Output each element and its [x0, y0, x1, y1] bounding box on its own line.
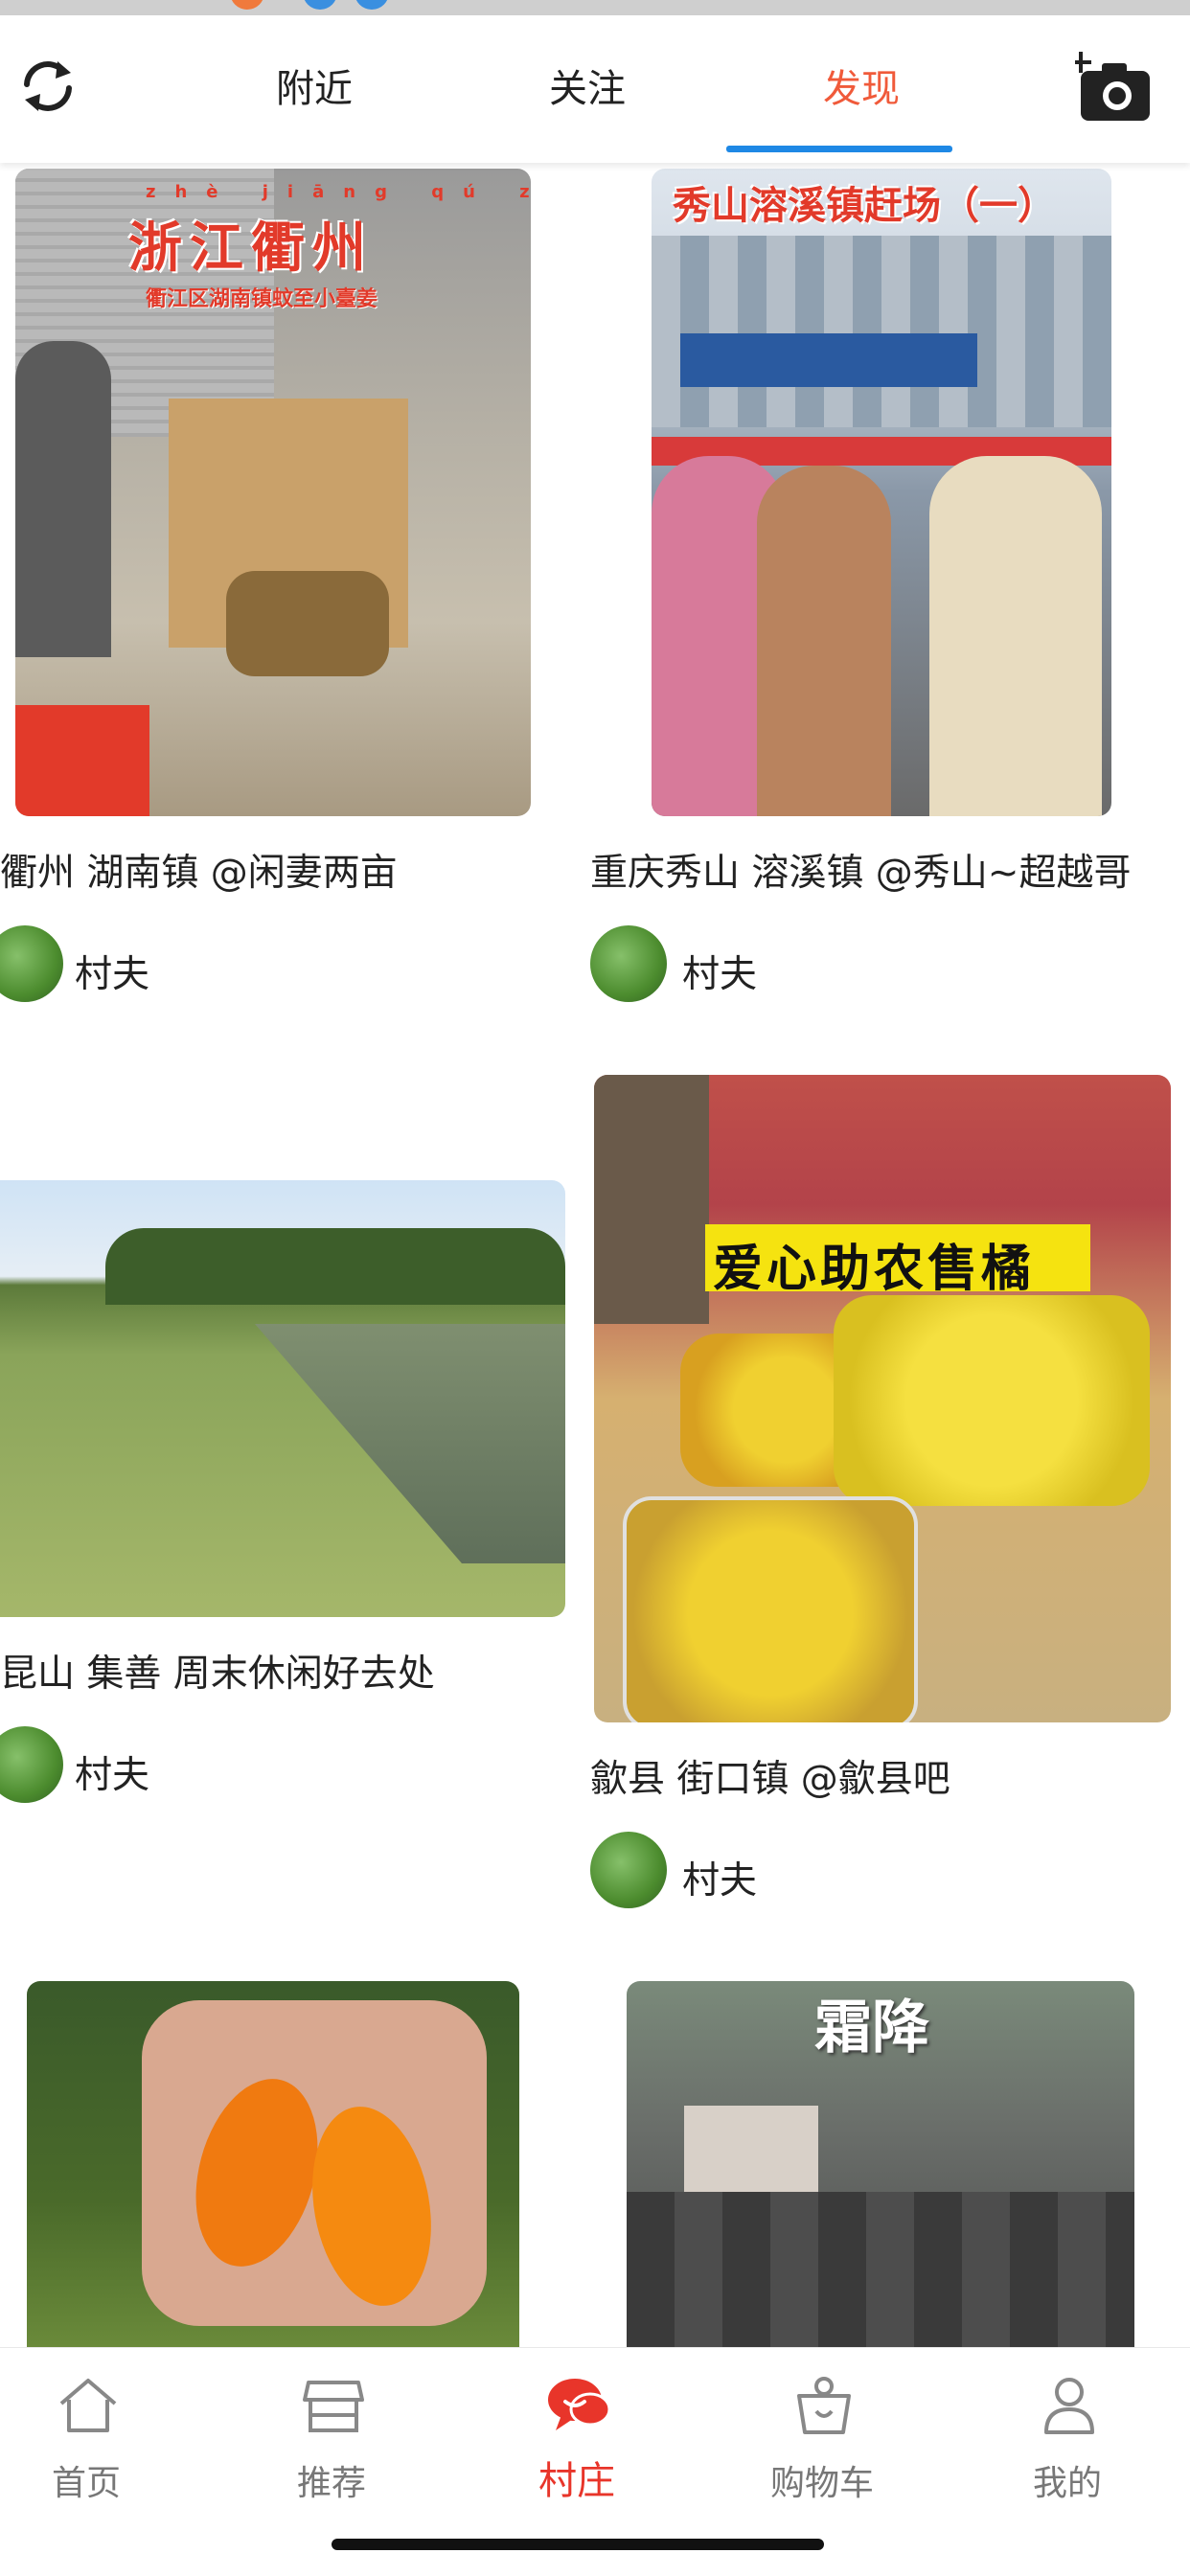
- nav-village[interactable]: 村庄: [481, 2348, 673, 2540]
- video-thumbnail[interactable]: [0, 1180, 565, 1617]
- status-icon: [303, 0, 337, 10]
- nav-profile[interactable]: 我的: [972, 2348, 1163, 2540]
- nav-label: 我的: [1032, 2464, 1102, 2503]
- video-thumbnail[interactable]: 霜降: [627, 1981, 1134, 2347]
- overlay-title: 浙江衢州: [128, 217, 374, 280]
- chat-bubble-icon: [548, 2379, 611, 2430]
- person: [929, 456, 1102, 816]
- user-icon: [1044, 2378, 1094, 2434]
- video-thumbnail[interactable]: [27, 1981, 519, 2347]
- top-nav: 附近 关注 发现: [0, 15, 1190, 163]
- active-tab-underline: [726, 146, 952, 152]
- overlay-pinyin: zhè jiāng qú zhōu: [146, 182, 531, 202]
- trees: [105, 1228, 565, 1305]
- nav-label: 购物车: [769, 2464, 874, 2503]
- pond: [255, 1324, 565, 1563]
- card-title[interactable]: 歙县 街口镇 @歙县吧: [590, 1749, 950, 1803]
- card-title[interactable]: 衢州 湖南镇 @闲妻两亩: [0, 843, 398, 897]
- oranges-basket: [623, 1496, 918, 1722]
- author-name[interactable]: 村夫: [682, 1851, 757, 1904]
- card-title[interactable]: 重庆秀山 溶溪镇 @秀山~超越哥: [590, 843, 1131, 897]
- shopping-bag-icon: [797, 2377, 851, 2434]
- nav-cart[interactable]: 购物车: [726, 2348, 918, 2540]
- nav-label: 推荐: [296, 2464, 366, 2503]
- red-stool: [15, 705, 149, 816]
- avatar[interactable]: [0, 925, 63, 1002]
- tab-nearby[interactable]: 附近: [276, 57, 353, 113]
- tab-following[interactable]: 关注: [549, 57, 626, 113]
- author-name[interactable]: 村夫: [682, 945, 757, 998]
- avatar[interactable]: [590, 1832, 667, 1908]
- home-icon: [59, 2379, 117, 2432]
- avatar[interactable]: [0, 1726, 63, 1803]
- card-title[interactable]: 昆山 集善 周末休闲好去处: [0, 1644, 435, 1698]
- nav-recommend[interactable]: 推荐: [236, 2348, 427, 2540]
- overlay-subtitle: 衢江区湖南镇蚊至小臺姜: [146, 287, 378, 311]
- status-icon: [355, 0, 389, 10]
- person: [15, 341, 111, 657]
- author-name[interactable]: 村夫: [75, 945, 149, 998]
- avatar[interactable]: [590, 925, 667, 1002]
- home-indicator[interactable]: [332, 2539, 824, 2550]
- nav-label: 村庄: [538, 2459, 615, 2503]
- overlay-title: 爱心助农售橘: [713, 1241, 1036, 1298]
- store-sign: [680, 333, 977, 387]
- store-icon: [303, 2381, 364, 2432]
- tab-discover[interactable]: 发现: [823, 57, 900, 113]
- video-thumbnail[interactable]: 爱心助农售橘: [594, 1075, 1171, 1722]
- nav-label: 首页: [51, 2464, 121, 2503]
- overlay-title: 秀山溶溪镇赶场（一）: [673, 184, 1056, 228]
- ginger-pile: [226, 571, 389, 676]
- nav-home[interactable]: 首页: [0, 2348, 182, 2540]
- video-thumbnail[interactable]: 秀山溶溪镇赶场（一）: [652, 169, 1111, 816]
- camera-add-icon[interactable]: [1075, 50, 1156, 126]
- village-roofs: [627, 2192, 1134, 2347]
- person: [757, 466, 891, 816]
- refresh-icon[interactable]: [13, 52, 82, 121]
- video-thumbnail[interactable]: zhè jiāng qú zhōu 浙江衢州 衢江区湖南镇蚊至小臺姜: [15, 169, 531, 816]
- overlay-title: 霜降: [814, 1995, 929, 2062]
- status-bar: [0, 0, 1190, 15]
- author-name[interactable]: 村夫: [75, 1745, 149, 1799]
- oranges: [834, 1295, 1150, 1506]
- status-icon: [230, 0, 264, 10]
